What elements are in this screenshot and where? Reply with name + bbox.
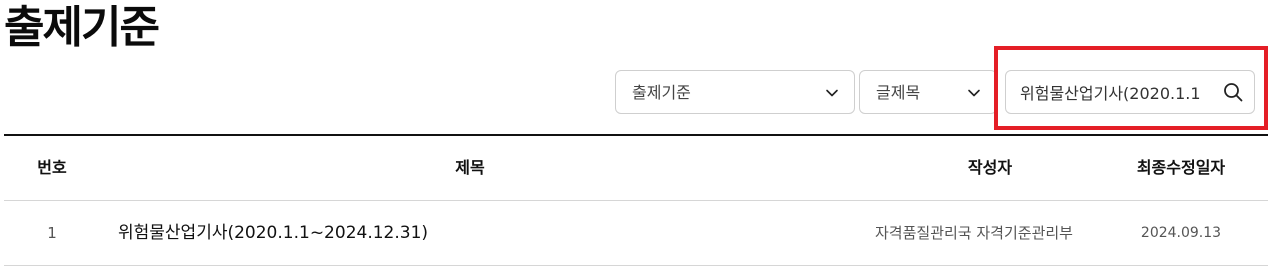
search-input-wrapper xyxy=(1005,70,1255,114)
search-icon xyxy=(1224,83,1243,102)
category-select-value: 출제기준 xyxy=(632,83,691,102)
field-select-value: 글제목 xyxy=(876,83,921,102)
row-date: 2024.09.13 xyxy=(1140,225,1222,241)
column-header-title: 제목 xyxy=(455,158,485,177)
field-select[interactable]: 글제목 xyxy=(859,70,997,114)
search-button[interactable] xyxy=(1222,81,1244,103)
chevron-down-icon xyxy=(968,89,980,97)
results-table: 번호 제목 작성자 최종수정일자 1 위험물산업기사(2020.1.1~2024… xyxy=(4,134,1268,266)
category-select[interactable]: 출제기준 xyxy=(615,70,855,114)
column-header-number: 번호 xyxy=(37,158,67,177)
chevron-down-icon xyxy=(826,89,838,97)
search-bar: 출제기준 글제목 xyxy=(615,70,1255,116)
row-title-link[interactable]: 위험물산업기사(2020.1.1~2024.12.31) xyxy=(118,201,838,265)
page-title: 출제기준 xyxy=(4,2,160,53)
row-author: 자격품질관리국 자격기준관리부 xyxy=(875,224,1073,242)
column-header-date: 최종수정일자 xyxy=(1136,158,1226,177)
row-number: 1 xyxy=(47,224,57,242)
table-header: 번호 제목 작성자 최종수정일자 xyxy=(4,136,1268,201)
table-row[interactable]: 1 위험물산업기사(2020.1.1~2024.12.31) 자격품질관리국 자… xyxy=(4,201,1268,266)
search-input[interactable] xyxy=(1020,71,1208,113)
